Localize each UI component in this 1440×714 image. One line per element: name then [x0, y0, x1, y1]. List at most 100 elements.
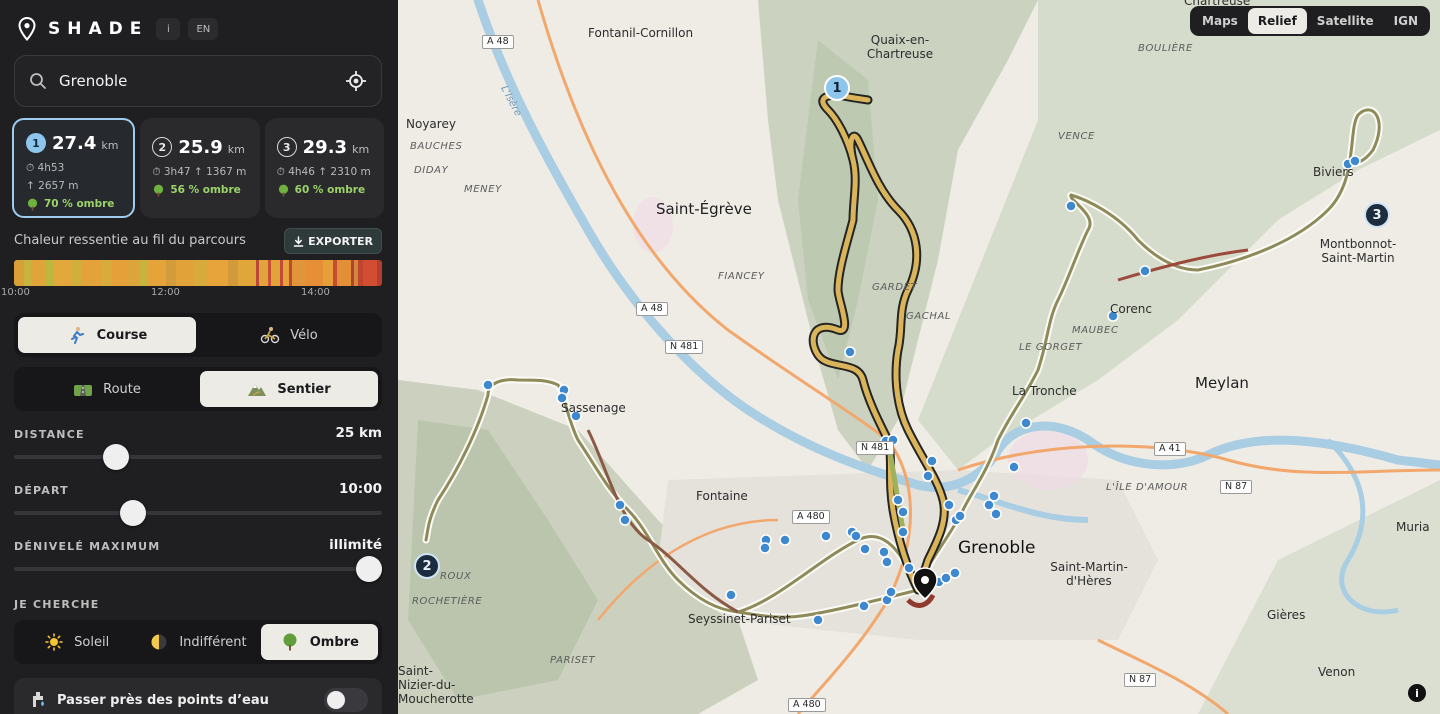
denivele-slider-track[interactable]: [14, 567, 382, 571]
heat-segment: [165, 260, 177, 286]
heat-segment: [207, 260, 229, 286]
road-label: A 480: [788, 698, 826, 712]
depart-slider-track[interactable]: [14, 511, 382, 515]
cherche-option-indifferent[interactable]: Indifférent: [139, 624, 256, 660]
route-marker-2[interactable]: 2: [414, 553, 440, 579]
tree-icon: [283, 633, 297, 651]
route-marker-3[interactable]: 3: [1364, 202, 1390, 228]
heat-segment: [31, 260, 46, 286]
road-label: N 87: [1220, 480, 1253, 494]
map-info-icon[interactable]: i: [1408, 684, 1426, 702]
map-canvas: [398, 0, 1440, 714]
route-card-1[interactable]: 1 27.4 km ⏱ 4h53 ↑ 2657 m 70 % ombre: [12, 118, 136, 218]
map-view[interactable]: Fontanil-Cornillon Quaix-en-Chartreuse N…: [398, 0, 1440, 714]
search-input[interactable]: [59, 72, 345, 90]
export-button[interactable]: EXPORTER: [284, 228, 382, 254]
denivele-label: DÉNIVELÉ MAXIMUM: [14, 540, 161, 553]
heat-segment: [14, 260, 25, 286]
heat-segment: [362, 260, 377, 286]
place-label: Noyarey: [406, 117, 456, 131]
locality-label: ROUX: [440, 571, 472, 582]
activity-option-course[interactable]: Course: [18, 317, 196, 353]
cherche-label-indifferent: Indifférent: [179, 634, 247, 650]
half-moon-icon: [151, 634, 167, 650]
heat-segment: [127, 260, 141, 286]
map-style-relief[interactable]: Relief: [1247, 8, 1307, 34]
heat-segment: [176, 260, 194, 286]
brand-header: SHADE i EN: [18, 16, 219, 42]
map-style-satellite[interactable]: Satellite: [1307, 8, 1384, 34]
terrain-toggle: Route Sentier: [14, 367, 382, 411]
distance-slider-track[interactable]: [14, 455, 382, 459]
tree-icon: [154, 184, 164, 196]
locate-me-icon[interactable]: [345, 70, 367, 92]
road-label: A 48: [482, 35, 514, 49]
cherche-option-soleil[interactable]: Soleil: [18, 624, 135, 660]
depart-slider-thumb[interactable]: [120, 500, 147, 526]
sun-icon: [45, 633, 63, 651]
tree-icon: [278, 184, 288, 196]
language-button[interactable]: EN: [188, 18, 219, 40]
locality-label: ROCHETIÈRE: [412, 596, 483, 607]
distance-value: 25 km: [335, 425, 382, 441]
cyclist-icon: [261, 327, 280, 344]
heat-segment: [238, 260, 256, 286]
distance-slider-thumb[interactable]: [102, 444, 129, 470]
route-duration: 3h47: [163, 166, 191, 178]
tree-icon: [27, 198, 38, 210]
route-card-3[interactable]: 3 29.3 km ⏱ 4h46 ↑ 2310 m 60 % ombre: [264, 118, 384, 218]
denivele-slider-thumb[interactable]: [356, 556, 382, 582]
cherche-label-ombre: Ombre: [309, 634, 359, 650]
road-label: A 48: [636, 302, 668, 316]
cherche-option-ombre[interactable]: Ombre: [260, 624, 378, 660]
locality-label: DIDAY: [414, 165, 449, 176]
water-toggle[interactable]: [324, 688, 368, 712]
locality-label: GARDET: [872, 282, 918, 293]
activity-toggle: Course Vélo: [14, 313, 382, 357]
runner-icon: [70, 327, 84, 344]
locality-label: GACHAL: [906, 311, 952, 322]
road-label: N 481: [856, 441, 895, 455]
info-button[interactable]: i: [156, 18, 181, 40]
heat-segment: [45, 260, 54, 286]
route-elevation: 2310 m: [330, 166, 371, 178]
heat-segment: [24, 260, 32, 286]
place-label: Gières: [1267, 608, 1306, 622]
place-label: Muria: [1396, 520, 1430, 534]
heat-segment: [228, 260, 239, 286]
map-style-ign[interactable]: IGN: [1384, 8, 1428, 34]
activity-option-velo[interactable]: Vélo: [200, 317, 378, 353]
terrain-option-route[interactable]: Route: [18, 371, 196, 407]
heat-segment: [112, 260, 128, 286]
route-card-2[interactable]: 2 25.9 km ⏱ 3h47 ↑ 1367 m 56 % ombre: [140, 118, 260, 218]
road-label: A 480: [792, 510, 830, 524]
route-duration: 4h53: [37, 162, 65, 174]
heat-segment: [81, 260, 103, 286]
place-label: Quaix-en-Chartreuse: [866, 33, 934, 61]
distance-label: DISTANCE: [14, 428, 85, 441]
route-marker-1[interactable]: 1: [824, 75, 850, 101]
terrain-option-sentier[interactable]: Sentier: [200, 371, 378, 407]
route-distance: 27.4: [52, 132, 97, 154]
heat-segment: [193, 260, 208, 286]
elevation-arrow-icon: ↑: [26, 180, 35, 192]
locality-label: FIANCEY: [718, 271, 765, 282]
place-label: La Tronche: [1012, 384, 1077, 398]
activity-label: Course: [96, 327, 148, 343]
heat-time-axis: 10:00 12:00 14:00: [0, 287, 398, 301]
route-distance: 25.9: [178, 136, 223, 158]
search-box: [14, 55, 382, 107]
route-duration: 4h46: [288, 166, 315, 178]
heat-segment: [53, 260, 71, 286]
place-label: Corenc: [1110, 302, 1152, 316]
route-distance-unit: km: [101, 138, 119, 152]
map-style-maps[interactable]: Maps: [1192, 8, 1248, 34]
heat-segment: [70, 260, 82, 286]
route-shade: 70 % ombre: [44, 198, 115, 210]
place-label: Fontaine: [696, 489, 748, 503]
place-label: Saint-Nizier-du-Moucherotte: [398, 664, 474, 706]
route-number-badge: 3: [276, 137, 297, 157]
elevation-arrow-icon: ↑: [193, 166, 203, 178]
route-elevation: 1367 m: [206, 166, 247, 178]
route-shade: 60 % ombre: [294, 184, 366, 196]
